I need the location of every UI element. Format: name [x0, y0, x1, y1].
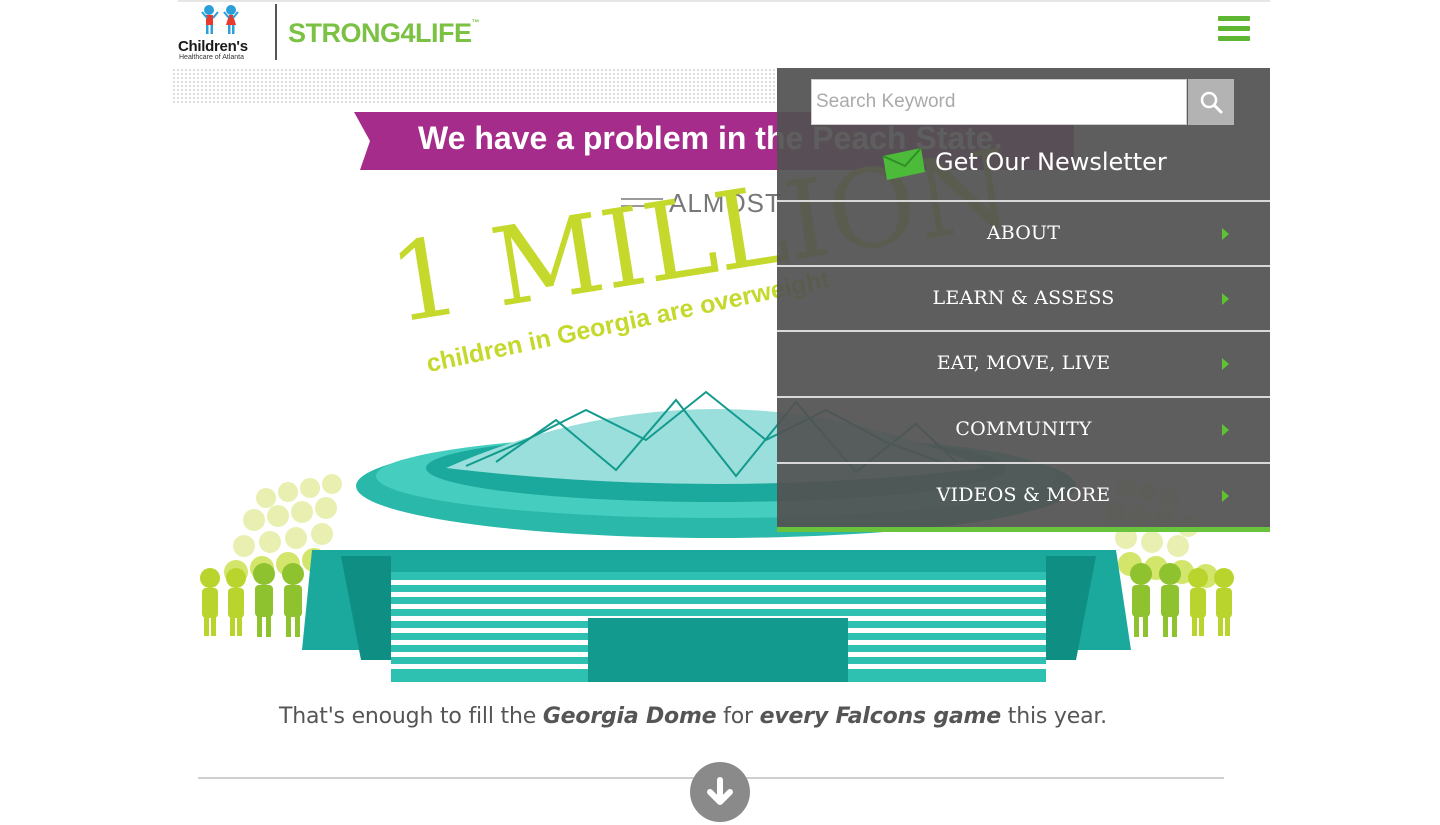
trademark-mark: ™: [471, 18, 480, 27]
arrow-down-icon: [707, 777, 733, 805]
search-button[interactable]: [1188, 79, 1234, 125]
hamburger-menu-icon[interactable]: [1216, 16, 1252, 42]
strong4life-logo-text: STRONG4LIFE: [288, 18, 472, 48]
childrens-logo-subtitle: Healthcare of Atlanta: [179, 54, 244, 61]
childrens-healthcare-logo[interactable]: Children's Healthcare of Atlanta: [176, 4, 268, 62]
caption-georgia-dome: Georgia Dome: [542, 704, 717, 729]
caption-falcons: every Falcons game: [759, 704, 1002, 729]
menu-bottom-accent: [777, 527, 1270, 532]
chevron-right-icon: [1222, 424, 1229, 436]
menu-item-label: LEARN & ASSESS: [932, 287, 1115, 309]
childrens-logo-name: Children's: [178, 38, 248, 55]
caption-post: this year.: [1000, 704, 1107, 729]
menu-item-label: ABOUT: [986, 222, 1061, 244]
menu-item-eat-move-live[interactable]: EAT, MOVE, LIVE: [777, 330, 1270, 396]
newsletter-link[interactable]: Get Our Newsletter: [777, 138, 1270, 200]
chevron-right-icon: [1222, 490, 1229, 502]
menu-item-community[interactable]: COMMUNITY: [777, 396, 1270, 462]
logo-divider: [275, 4, 277, 60]
chevron-right-icon: [1222, 358, 1229, 370]
caption-pre: That's enough to fill the: [279, 704, 543, 729]
dotted-band: [172, 68, 778, 104]
search-input[interactable]: [811, 79, 1187, 125]
dome-caption: That's enough to fill the Georgia Dome f…: [279, 704, 1107, 729]
strong4life-logo[interactable]: STRONG4LIFE™: [288, 18, 479, 49]
menu-item-label: COMMUNITY: [955, 418, 1092, 440]
nav-menu-panel: Get Our Newsletter ABOUT LEARN & ASSESS …: [777, 68, 1270, 532]
menu-item-learn-assess[interactable]: LEARN & ASSESS: [777, 265, 1270, 331]
caption-mid: for: [716, 704, 760, 729]
scroll-down-button[interactable]: [690, 762, 750, 822]
menu-item-videos-more[interactable]: VIDEOS & MORE: [777, 462, 1270, 528]
chevron-right-icon: [1222, 228, 1229, 240]
search-icon: [1200, 91, 1223, 114]
menu-item-about[interactable]: ABOUT: [777, 200, 1270, 266]
kids-logo-icon: [201, 5, 239, 34]
chevron-right-icon: [1222, 293, 1229, 305]
menu-item-label: EAT, MOVE, LIVE: [936, 352, 1111, 374]
top-border: [178, 0, 1270, 2]
envelope-icon: [882, 147, 925, 180]
newsletter-label: Get Our Newsletter: [935, 148, 1167, 176]
menu-item-label: VIDEOS & MORE: [936, 484, 1111, 506]
